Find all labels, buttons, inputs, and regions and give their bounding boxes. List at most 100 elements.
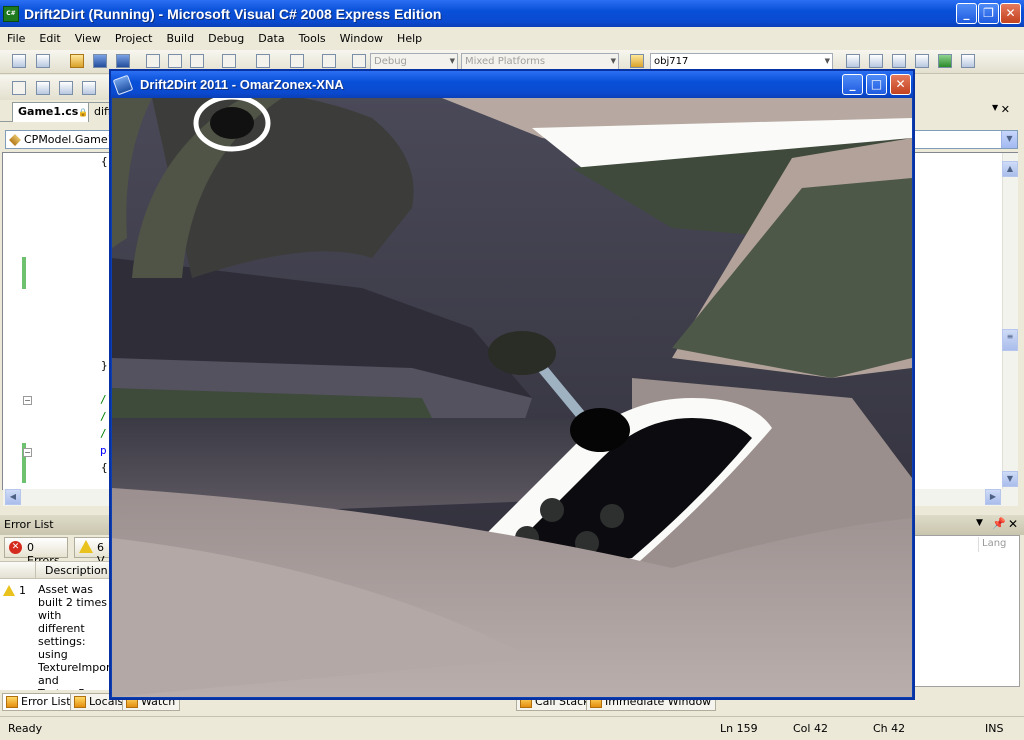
copy-icon[interactable]: [168, 54, 182, 68]
object-browser-icon[interactable]: [892, 54, 906, 68]
language-column-header[interactable]: Lang: [978, 537, 1018, 552]
scroll-left-icon[interactable]: ◀: [5, 489, 21, 505]
error-list-title: Error List: [4, 518, 54, 531]
navigate-backward-icon[interactable]: [290, 54, 304, 68]
column-divider[interactable]: [35, 562, 36, 579]
pause-icon[interactable]: [36, 81, 50, 95]
game-minimize-button[interactable]: _: [842, 74, 863, 95]
warning-icon: [79, 540, 93, 553]
status-column: Col 42: [793, 722, 828, 735]
navigate-forward-icon[interactable]: [322, 54, 336, 68]
close-button[interactable]: ✕: [1000, 3, 1021, 24]
properties-icon[interactable]: [869, 54, 883, 68]
menu-data[interactable]: Data: [251, 32, 291, 45]
collapse-icon[interactable]: −: [23, 448, 32, 457]
scroll-right-icon[interactable]: ▶: [985, 489, 1001, 505]
menu-file[interactable]: File: [0, 32, 32, 45]
scroll-up-icon[interactable]: ▲: [1002, 161, 1018, 177]
code-line: /: [100, 393, 107, 406]
save-icon[interactable]: [93, 54, 107, 68]
undo-icon[interactable]: [222, 54, 236, 68]
visual-csharp-icon: C#: [3, 5, 19, 22]
find-icon[interactable]: [630, 54, 644, 68]
class-icon: [9, 134, 21, 146]
errors-filter-button[interactable]: ✕0 Errors: [4, 537, 68, 567]
new-project-icon[interactable]: [12, 54, 26, 68]
add-item-icon[interactable]: [36, 54, 50, 68]
error-row-number: 1: [19, 584, 26, 597]
restore-button[interactable]: ❐: [978, 3, 999, 24]
close-panel-icon[interactable]: ✕: [1008, 517, 1018, 531]
error-row-description[interactable]: Asset was built 2 times with different s…: [38, 583, 126, 700]
find-combo-value: obj717: [654, 56, 689, 67]
types-combo-value: CPModel.Game1: [24, 133, 115, 146]
code-line: p: [100, 444, 107, 457]
chevron-down-icon[interactable]: ▼: [1001, 131, 1017, 148]
solution-config-select[interactable]: Debug ▼: [370, 53, 458, 70]
menu-window[interactable]: Window: [333, 32, 390, 45]
start-debugging-icon[interactable]: [352, 54, 366, 68]
warnings-filter-button[interactable]: 6 V: [74, 537, 114, 567]
right-panel-body: [914, 535, 1020, 687]
panel-dropdown-icon[interactable]: ▼: [976, 518, 983, 528]
open-folder-icon[interactable]: [70, 54, 84, 68]
solution-explorer-icon[interactable]: [846, 54, 860, 68]
error-list-icon: [6, 696, 18, 708]
column-description-header[interactable]: Description: [45, 564, 108, 577]
redo-icon[interactable]: [256, 54, 270, 68]
ide-title-bar[interactable]: C# Drift2Dirt (Running) - Microsoft Visu…: [0, 0, 1024, 27]
menu-edit[interactable]: Edit: [32, 32, 67, 45]
tab-game1-cs-label: Game1.cs: [18, 105, 79, 118]
status-insert-mode: INS: [985, 722, 1004, 735]
start-page-icon[interactable]: [938, 54, 952, 68]
menu-build[interactable]: Build: [159, 32, 201, 45]
code-line: }: [101, 359, 108, 372]
close-document-icon[interactable]: ✕: [1001, 103, 1010, 116]
editor-gutter: [3, 153, 25, 489]
status-char: Ch 42: [873, 722, 906, 735]
game-viewport[interactable]: [112, 98, 912, 697]
members-combo[interactable]: ▼: [914, 130, 1018, 149]
status-line: Ln 159: [720, 722, 758, 735]
tab-error-list[interactable]: Error List: [2, 693, 76, 711]
types-combo[interactable]: CPModel.Game1: [5, 130, 115, 149]
locals-icon: [74, 696, 86, 708]
active-files-dropdown-icon[interactable]: ▼: [992, 103, 998, 112]
toolbox-icon[interactable]: [915, 54, 929, 68]
tab-game1-cs[interactable]: Game1.cs🔒: [12, 102, 95, 122]
scroll-thumb[interactable]: ≡: [1002, 329, 1018, 351]
pin-icon[interactable]: 📌: [992, 517, 1006, 530]
ide-window-title: Drift2Dirt (Running) - Microsoft Visual …: [24, 5, 442, 22]
menu-tools[interactable]: Tools: [292, 32, 333, 45]
stop-icon[interactable]: [59, 81, 73, 95]
menu-help[interactable]: Help: [390, 32, 429, 45]
game-maximize-button[interactable]: □: [866, 74, 887, 95]
menu-view[interactable]: View: [68, 32, 108, 45]
find-combo[interactable]: obj717 ▼: [650, 53, 833, 70]
error-list-column-headers: Description: [0, 562, 110, 579]
minimize-button[interactable]: _: [956, 3, 977, 24]
car-interior-render: [112, 98, 912, 697]
save-all-icon[interactable]: [116, 54, 130, 68]
error-list-header: Error List: [0, 515, 110, 535]
collapse-icon[interactable]: −: [23, 396, 32, 405]
error-icon: ✕: [9, 541, 22, 554]
document-tabs: Game1.cs🔒 diff: [0, 100, 118, 122]
menu-project[interactable]: Project: [108, 32, 160, 45]
game-close-button[interactable]: ✕: [890, 74, 911, 95]
solution-platform-select[interactable]: Mixed Platforms ▼: [461, 53, 619, 70]
chevron-down-icon: ▼: [824, 57, 830, 65]
restart-icon[interactable]: [82, 81, 96, 95]
other-windows-icon[interactable]: [961, 54, 975, 68]
lock-icon: 🔒: [78, 108, 89, 117]
menu-bar: File Edit View Project Build Debug Data …: [0, 27, 1024, 49]
editor-vertical-scrollbar[interactable]: ▲ ≡ ▼: [1002, 153, 1018, 489]
continue-icon[interactable]: [12, 81, 26, 95]
menu-debug[interactable]: Debug: [201, 32, 251, 45]
scroll-down-icon[interactable]: ▼: [1002, 471, 1018, 487]
solution-platform-value: Mixed Platforms: [465, 56, 546, 67]
game-window-title-bar[interactable]: Drift2Dirt 2011 - OmarZonex-XNA: [111, 71, 913, 98]
solution-config-value: Debug: [374, 56, 407, 67]
cut-icon[interactable]: [146, 54, 160, 68]
paste-icon[interactable]: [190, 54, 204, 68]
